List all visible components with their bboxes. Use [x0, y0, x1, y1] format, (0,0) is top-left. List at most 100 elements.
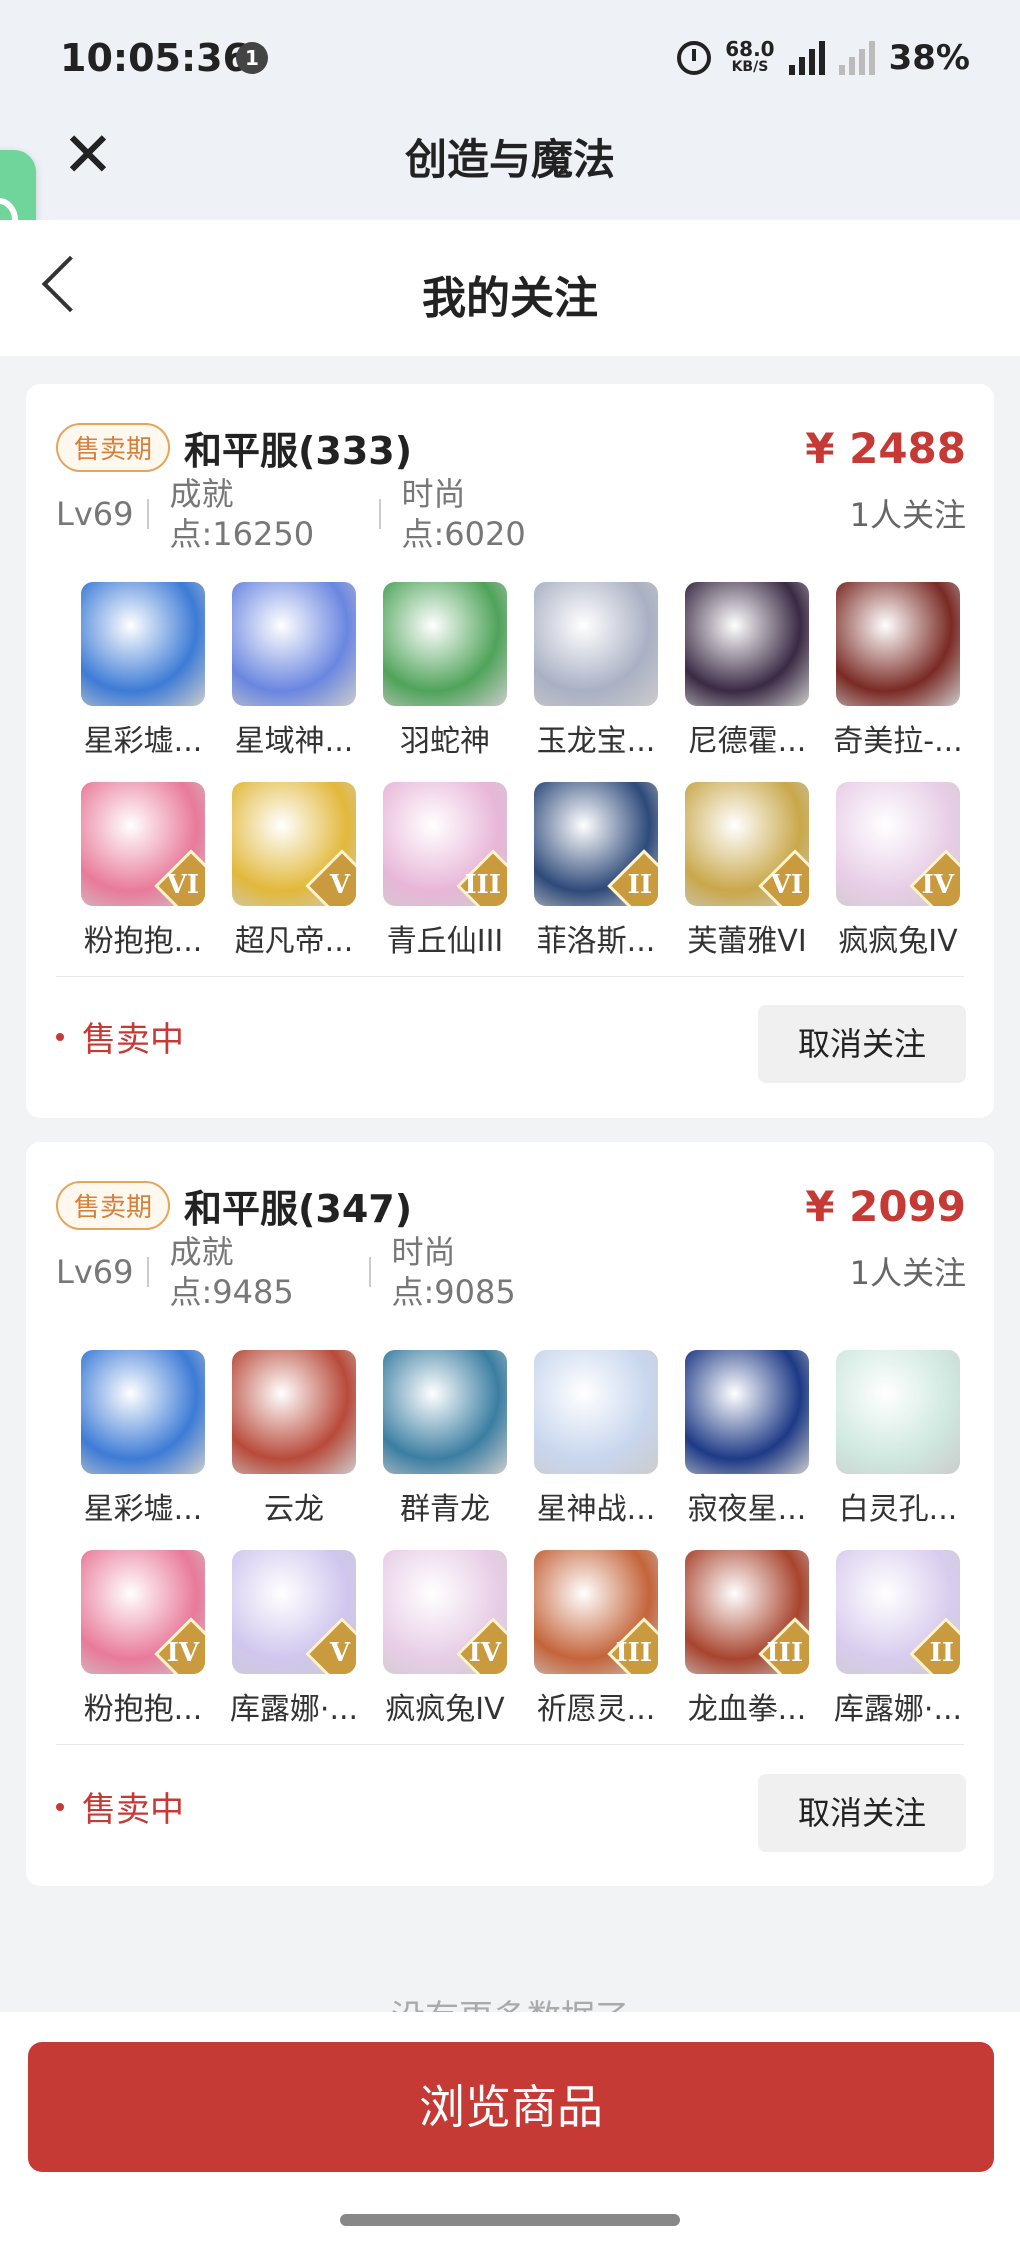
divider [379, 499, 382, 529]
pet-name: 星神战... [536, 1492, 656, 1527]
pet-name: 白灵孔... [838, 1492, 958, 1527]
price: ¥ 2488 [805, 424, 966, 473]
pet-name: 库露娜·... [833, 1692, 963, 1727]
status-dot [56, 1802, 64, 1811]
listing-card[interactable]: 售卖期 和平服(333) ¥ 2488 1人关注 Lv69 成就 点:16250… [26, 384, 994, 1118]
pet-item[interactable]: IV 疯疯兔IV [383, 1550, 507, 1728]
card-divider [56, 1744, 964, 1745]
fashion-label: 时尚 [401, 475, 466, 513]
pet-item[interactable]: II 菲洛斯... [534, 782, 658, 960]
pet-item[interactable]: 星神战... [534, 1350, 658, 1528]
pet-item[interactable]: 星域神... [232, 582, 356, 760]
pet-name: 疯疯兔IV [385, 1692, 505, 1727]
follower-count: 1人关注 [849, 1254, 966, 1292]
achievement-label: 成就 [169, 475, 234, 513]
pet-avatar: VI [81, 782, 205, 906]
achievement-stat: 成就 点:9485 [169, 1232, 369, 1312]
pet-name: 粉抱抱... [83, 924, 203, 959]
pet-item[interactable]: III 祈愿灵... [534, 1550, 658, 1728]
account-stats: Lv69 成就 点:16250 时尚 点:6020 [56, 474, 526, 554]
level: Lv69 [56, 495, 134, 533]
pet-avatar: II [534, 782, 658, 906]
status-icons: 68.0 KB/S 38% [677, 38, 970, 78]
divider [147, 499, 150, 529]
unfollow-button[interactable]: 取消关注 [758, 1774, 966, 1852]
sale-period-tag: 售卖期 [56, 1181, 171, 1230]
signal-sim2-icon [838, 41, 875, 75]
pet-avatar: IV [383, 1550, 507, 1674]
pet-item[interactable]: III 龙血拳... [685, 1550, 809, 1728]
alarm-icon [677, 41, 712, 75]
pet-item[interactable]: 群青龙 [383, 1350, 507, 1528]
pet-avatar: V [232, 1550, 356, 1674]
notification-badge: 1 [236, 42, 268, 74]
pet-item[interactable]: 奇美拉-... [833, 582, 963, 760]
pet-item[interactable]: 云龙 [232, 1350, 356, 1528]
card-divider [56, 976, 964, 977]
pet-item[interactable]: IV 疯疯兔IV [836, 782, 960, 960]
pet-item[interactable]: VI 芙蕾雅VI [685, 782, 809, 960]
listing-card[interactable]: 售卖期 和平服(347) ¥ 2099 1人关注 Lv69 成就 点:9485 … [26, 1142, 994, 1886]
pet-item[interactable]: V 超凡帝... [232, 782, 356, 960]
pet-item[interactable]: 寂夜星... [685, 1350, 809, 1528]
pet-name: 尼德霍... [687, 724, 807, 759]
pet-item[interactable]: III 青丘仙III [383, 782, 507, 960]
pet-name: 菲洛斯... [536, 924, 656, 959]
rank-label: IV [166, 1638, 199, 1668]
rank-label: VI [166, 870, 199, 900]
pet-item[interactable]: II 库露娜·... [834, 1550, 962, 1728]
browse-products-button[interactable]: 浏览商品 [28, 2042, 994, 2172]
rank-label: V [329, 870, 350, 900]
pet-name: 超凡帝... [234, 924, 354, 959]
pet-item[interactable]: 玉龙宝... [534, 582, 658, 760]
pet-avatar: III [534, 1550, 658, 1674]
pet-avatar [383, 1350, 507, 1474]
pet-name: 羽蛇神 [400, 724, 490, 759]
pet-item[interactable]: IV 粉抱抱... [81, 1550, 205, 1728]
pet-name: 龙血拳... [687, 1692, 807, 1727]
pet-avatar [836, 582, 960, 706]
rank-label: II [929, 1638, 954, 1668]
pet-avatar [836, 1350, 960, 1474]
app-bar: ✕ 创造与魔法 [0, 118, 1020, 220]
pet-name: 群青龙 [400, 1492, 490, 1527]
pet-item[interactable]: V 库露娜·... [230, 1550, 358, 1728]
pet-name: 库露娜·... [229, 1692, 359, 1727]
pet-avatar [232, 1350, 356, 1474]
page-title: 我的关注 [422, 273, 598, 324]
fashion-label: 时尚 [391, 1233, 456, 1271]
pet-name: 粉抱抱... [83, 1692, 203, 1727]
pet-avatar [685, 1350, 809, 1474]
pet-item[interactable]: 羽蛇神 [383, 582, 507, 760]
pet-avatar [383, 582, 507, 706]
pet-avatar: IV [836, 782, 960, 906]
pet-avatar: V [232, 782, 356, 906]
pet-item[interactable]: VI 粉抱抱... [81, 782, 205, 960]
pet-name: 寂夜星... [687, 1492, 807, 1527]
sale-period-tag: 售卖期 [56, 423, 171, 472]
achievement-label: 成就 [169, 1233, 234, 1271]
pet-grid: 星彩墟... 星域神... 羽蛇神 玉龙宝... 尼德霍... 奇美拉-... VI 粉抱抱.… [81, 582, 963, 972]
pet-name: 玉龙宝... [536, 724, 656, 759]
pet-grid: 星彩墟... 云龙 群青龙 星神战... 寂夜星... 白灵孔... IV 粉抱抱... V 库露… [81, 1350, 962, 1740]
pet-name: 星域神... [234, 724, 354, 759]
account-stats: Lv69 成就 点:9485 时尚 点:9085 [56, 1232, 516, 1312]
unfollow-button[interactable]: 取消关注 [758, 1005, 966, 1083]
pet-item[interactable]: 尼德霍... [685, 582, 809, 760]
pet-avatar: IV [81, 1550, 205, 1674]
pet-item[interactable]: 星彩墟... [81, 1350, 205, 1528]
rank-label: VI [770, 870, 803, 900]
pet-avatar [81, 582, 205, 706]
pet-avatar [534, 1350, 658, 1474]
net-speed: 68.0 KB/S [725, 39, 774, 76]
rank-label: IV [468, 1638, 501, 1668]
pet-avatar [81, 1350, 205, 1474]
pet-item[interactable]: 白灵孔... [836, 1350, 960, 1528]
pet-name: 祈愿灵... [536, 1692, 656, 1727]
pet-avatar: III [383, 782, 507, 906]
pet-name: 青丘仙III [386, 924, 504, 959]
pet-item[interactable]: 星彩墟... [81, 582, 205, 760]
divider [369, 1257, 372, 1287]
achievement-stat: 成就 点:16250 [169, 474, 379, 554]
home-indicator [340, 2214, 680, 2226]
